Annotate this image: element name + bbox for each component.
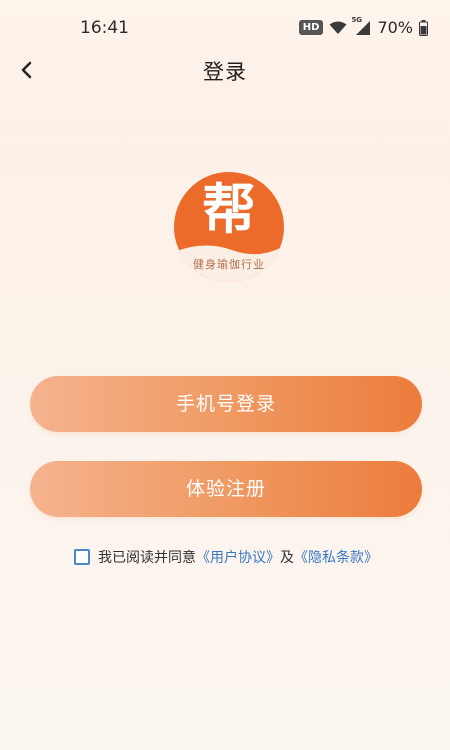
- privacy-policy-link[interactable]: 《隐私条款》: [294, 547, 378, 567]
- battery-percent: 70%: [377, 18, 413, 37]
- register-button[interactable]: 体验注册: [30, 461, 422, 517]
- status-icons: HD 5G 70%: [298, 16, 428, 37]
- status-time: 16:41: [80, 18, 129, 38]
- nav-bar: 登录: [0, 48, 450, 92]
- agreement-conjunction: 及: [280, 550, 294, 566]
- hd-badge: HD: [298, 20, 324, 35]
- logo-circle: 帮 健身瑜伽行业: [174, 172, 284, 282]
- agreement-row: 我已阅读并同意 《用户协议》 及 《隐私条款》: [74, 546, 378, 568]
- logo-subtitle: 健身瑜伽行业: [193, 258, 265, 271]
- cellular-signal-icon: 5G: [351, 16, 371, 36]
- battery-icon: [419, 19, 428, 36]
- agreement-prefix: 我已阅读并同意: [98, 550, 196, 566]
- agreement-checkbox[interactable]: [74, 549, 90, 565]
- phone-login-button[interactable]: 手机号登录: [30, 376, 422, 432]
- app-logo: 帮 健身瑜伽行业: [174, 172, 284, 282]
- wifi-icon: [329, 21, 347, 35]
- user-agreement-link[interactable]: 《用户协议》: [196, 547, 280, 567]
- logo-character: 帮: [202, 178, 256, 241]
- page-title: 登录: [203, 60, 247, 84]
- network-label: 5G: [351, 15, 363, 24]
